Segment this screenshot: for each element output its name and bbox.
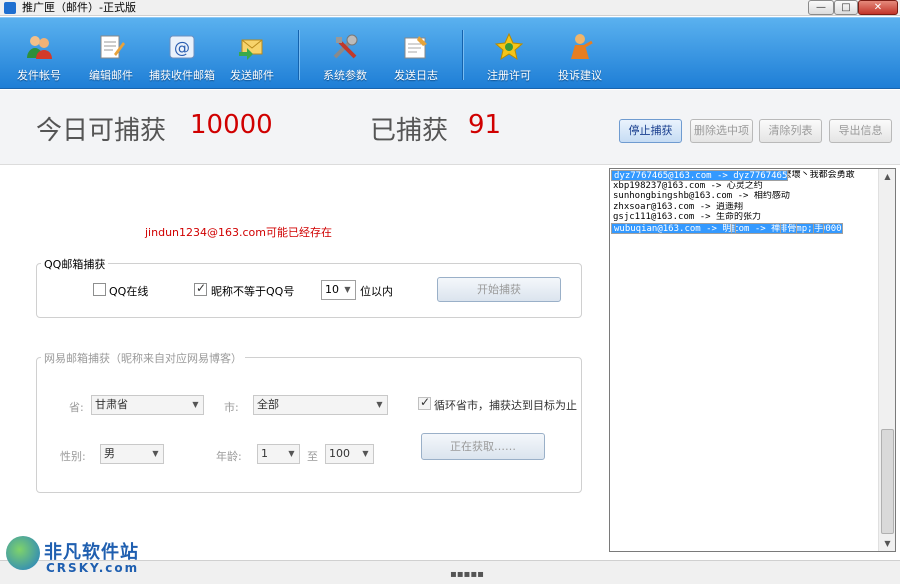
at-sign-icon: @ <box>169 35 195 59</box>
age-label: 年龄: <box>216 450 242 463</box>
age-from-select[interactable]: 1 ▼ <box>257 444 300 464</box>
city-value: 全部 <box>257 398 279 411</box>
chevron-down-icon: ▼ <box>362 449 369 458</box>
title-bar: 推广匣（邮件）-正式版 — □ ✕ <box>0 0 900 16</box>
list-rows: dyz7767465@163.com -> dyz7767465sunlovei… <box>611 170 879 234</box>
list-item[interactable]: dyz7767465@163.com -> dyz7767465 <box>611 170 789 181</box>
scroll-up-icon[interactable]: ▲ <box>879 169 895 184</box>
splitter-grip[interactable]: ▪▪▪▪▪ <box>450 569 484 580</box>
qq-online-checkbox[interactable] <box>93 283 106 296</box>
toolbar-edit-mail[interactable]: 编辑邮件 <box>78 18 144 90</box>
toolbar-label: 编辑邮件 <box>89 69 133 82</box>
toolbar-system-params[interactable]: 系统参数 <box>314 18 376 90</box>
toolbar-register[interactable]: 注册许可 <box>479 18 539 90</box>
toolbar-label: 系统参数 <box>323 69 367 82</box>
toolbar-label: 发送日志 <box>394 69 438 82</box>
toolbar-label: 发件帐号 <box>17 69 61 82</box>
captured-label: 已捕获 <box>370 116 449 146</box>
toolbar-feedback[interactable]: 投诉建议 <box>550 18 610 90</box>
tools-icon <box>333 34 358 59</box>
loop-province-checkbox[interactable] <box>418 395 431 410</box>
scroll-down-icon[interactable]: ▼ <box>879 536 895 551</box>
watermark-logo-icon <box>6 536 40 570</box>
users-icon <box>27 36 52 59</box>
toolbar-label: 投诉建议 <box>558 69 602 82</box>
age-to-label: 至 <box>307 450 318 463</box>
close-button[interactable]: ✕ <box>858 0 898 15</box>
qq-digits-value: 10 <box>325 283 339 296</box>
site-watermark: 非凡软件站 CRSKY.com <box>6 532 146 580</box>
wy-group-title: 网易邮箱捕获（昵称来自对应网易博客） <box>41 350 245 366</box>
city-select[interactable]: 全部 ▼ <box>253 395 388 415</box>
qq-online-label: QQ在线 <box>109 285 149 298</box>
today-capture-value: 10000 <box>190 110 273 140</box>
gender-select[interactable]: 男 ▼ <box>100 444 164 464</box>
list-scrollbar[interactable]: ▲ ▼ <box>878 169 895 551</box>
toolbar-send-log[interactable]: 发送日志 <box>386 18 446 90</box>
fetching-button[interactable]: 正在获取…… <box>421 433 545 460</box>
minimize-button[interactable]: — <box>808 0 834 15</box>
qq-digits-select[interactable]: 10 ▼ <box>321 280 356 300</box>
toolbar-separator <box>298 30 300 80</box>
star-icon <box>494 32 524 61</box>
qq-group-title: QQ邮箱捕获 <box>41 256 109 272</box>
scroll-thumb[interactable] <box>881 429 894 534</box>
gender-value: 男 <box>104 447 115 460</box>
chevron-down-icon: ▼ <box>344 285 351 294</box>
toolbar-label: 发送邮件 <box>230 69 274 82</box>
nick-not-qq-checkbox[interactable] <box>194 281 207 296</box>
captured-value: 91 <box>468 110 502 140</box>
gender-label: 性别: <box>60 450 86 463</box>
send-mail-icon <box>239 39 263 60</box>
watermark-en: CRSKY.com <box>46 561 140 575</box>
stats-panel: 今日可捕获 10000 已捕获 91 停止捕获 删除选中项 清除列表 导出信息 <box>0 90 900 165</box>
province-value: 甘肃省 <box>95 398 128 411</box>
age-to-value: 100 <box>329 447 350 460</box>
chevron-down-icon: ▼ <box>288 449 295 458</box>
chevron-down-icon: ▼ <box>152 449 159 458</box>
export-info-button[interactable]: 导出信息 <box>829 119 892 143</box>
log-icon <box>404 36 427 59</box>
delete-selected-button[interactable]: 删除选中项 <box>690 119 753 143</box>
toolbar-separator <box>462 30 464 80</box>
app-icon <box>4 2 16 14</box>
city-label: 市: <box>224 401 239 414</box>
loop-province-label: 循环省市，捕获达到目标为止 <box>434 399 577 412</box>
clear-list-button[interactable]: 清除列表 <box>759 119 822 143</box>
wy-capture-group <box>36 357 582 493</box>
captured-email-list[interactable]: dyz7767465@163.com -> dyz7767465sunlovei… <box>609 168 896 552</box>
age-from-value: 1 <box>261 447 268 460</box>
edit-document-icon <box>100 35 125 59</box>
main-toolbar: 发件帐号 编辑邮件 @ 捕获收件邮箱 发送邮件 系统参数 发送日志 注册许可 投… <box>0 17 900 89</box>
chevron-down-icon: ▼ <box>376 400 383 409</box>
list-item[interactable]: wubuqian@163.com -> 明 <box>611 222 733 234</box>
list-item[interactable]: xbp198237@163.com -> 心灵之约 <box>611 181 879 192</box>
start-capture-button[interactable]: 开始捕获 <box>437 277 561 302</box>
list-item[interactable]: gsjc111@163.com -> 生命的张力 <box>611 212 879 223</box>
toolbar-send-mail[interactable]: 发送邮件 <box>222 18 282 90</box>
province-label: 省: <box>69 401 84 414</box>
duplicate-warning: jindun1234@163.com可能已经存在 <box>145 226 332 239</box>
maximize-button[interactable]: □ <box>834 0 858 15</box>
qq-digits-suffix: 位以内 <box>360 285 393 298</box>
toolbar-capture-mail[interactable]: @ 捕获收件邮箱 <box>146 18 218 90</box>
feedback-icon <box>571 34 593 59</box>
age-to-select[interactable]: 100 ▼ <box>325 444 374 464</box>
chevron-down-icon: ▼ <box>192 400 199 409</box>
list-item[interactable]: zhxsoar@163.com -> 逍遥翔 <box>611 202 879 213</box>
list-item[interactable]: sunhongbingshb@163.com -> 相约感动 <box>611 191 879 202</box>
toolbar-send-accounts[interactable]: 发件帐号 <box>6 18 72 90</box>
window-title: 推广匣（邮件）-正式版 <box>22 1 136 14</box>
today-capture-label: 今日可捕获 <box>36 116 167 146</box>
stop-capture-button[interactable]: 停止捕获 <box>619 119 682 143</box>
province-select[interactable]: 甘肃省 ▼ <box>91 395 204 415</box>
svg-text:@: @ <box>174 38 190 57</box>
nick-not-qq-label: 昵称不等于QQ号 <box>211 285 295 298</box>
toolbar-label: 捕获收件邮箱 <box>149 69 215 82</box>
toolbar-label: 注册许可 <box>487 69 531 82</box>
